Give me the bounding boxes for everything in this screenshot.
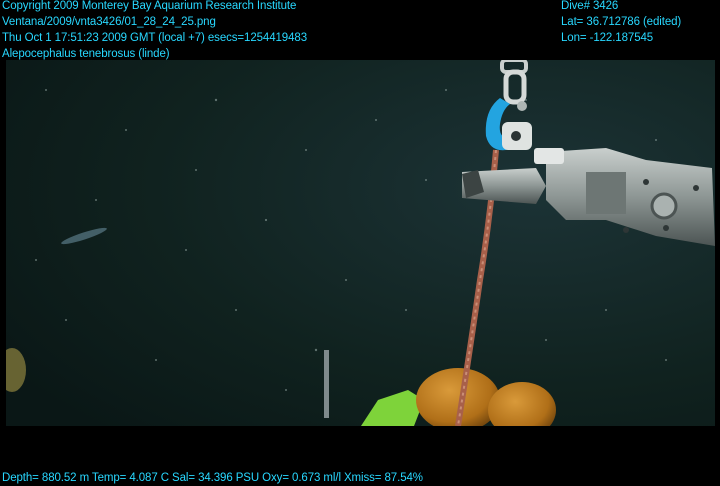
instrument-rod [324,350,329,418]
copyright-text: Copyright 2009 Monterey Bay Aquarium Res… [2,0,297,12]
underwater-scene [6,60,715,426]
telemetry-text: Depth= 880.52 m Temp= 4.087 C Sal= 34.39… [2,472,423,484]
underwater-video-frame [6,60,715,426]
dive-number-text: Dive# 3426 [561,0,619,12]
latitude-text: Lat= 36.712786 (edited) [561,16,682,28]
file-path-text: Ventana/2009/vnta3426/01_28_24_25.png [2,16,216,28]
timestamp-text: Thu Oct 1 17:51:23 2009 GMT (local +7) e… [2,32,307,44]
longitude-text: Lon= -122.187545 [561,32,654,44]
